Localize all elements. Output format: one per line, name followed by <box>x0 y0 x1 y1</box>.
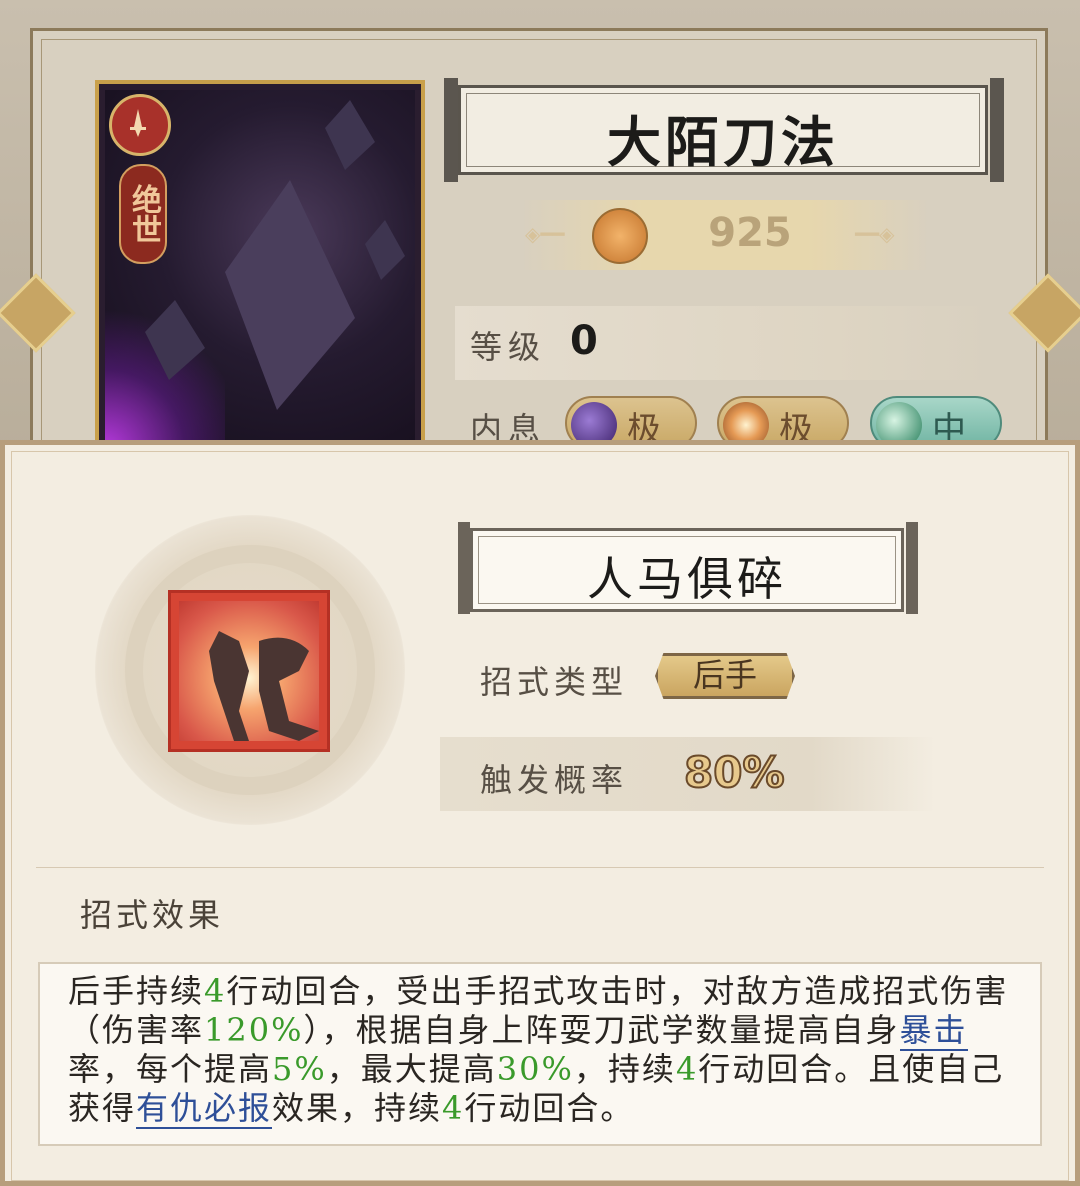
description-text: 率，每个提高 <box>68 1050 273 1088</box>
keyword-link[interactable]: 有仇必报 <box>136 1089 273 1129</box>
right-flourish-icon: ━━◈ <box>855 222 895 246</box>
highlight-number: 4 <box>442 1089 465 1127</box>
left-flourish-icon: ◈━━ <box>525 222 565 246</box>
blade-seal-icon <box>109 94 171 156</box>
highlight-number: 30% <box>496 1050 574 1088</box>
sword-crest-icon <box>592 208 648 264</box>
effect-section-title: 招式效果 <box>80 896 225 934</box>
highlight-number: 4 <box>204 972 227 1010</box>
description-text: 行动回合。 <box>464 1089 635 1127</box>
divider <box>36 867 1044 868</box>
trigger-value: 80% <box>683 747 786 798</box>
skill-type-badge: 后手 <box>655 653 795 699</box>
description-text: ，最大提高 <box>326 1050 497 1088</box>
description-text: 效果，持续 <box>272 1089 443 1127</box>
martial-art-title: 大陌刀法 <box>607 110 839 174</box>
effect-description: 后手持续4行动回合，受出手招式攻击时，对敌方造成招式伤害（伤害率120%），根据… <box>68 972 1018 1129</box>
highlight-number: 5% <box>272 1050 327 1088</box>
description-text: ，持续 <box>573 1050 676 1088</box>
warrior-silhouette <box>225 180 355 410</box>
martial-art-card[interactable]: 绝世 <box>95 80 425 460</box>
rank-badge: 绝世 <box>119 164 167 264</box>
description-text: 后手持续 <box>68 972 205 1010</box>
trigger-label: 触发概率 <box>480 761 629 799</box>
highlight-number: 4 <box>675 1050 699 1088</box>
skill-title-plate: 人马俱碎 <box>470 528 904 612</box>
horse-warrior-skill-icon[interactable] <box>168 590 330 752</box>
power-value: 925 <box>708 210 792 256</box>
skill-type-label: 招式类型 <box>480 663 629 701</box>
skill-name: 人马俱碎 <box>587 552 787 606</box>
level-value: 0 <box>570 318 598 364</box>
martial-art-title-plate: 大陌刀法 <box>458 85 988 175</box>
keyword-link[interactable]: 暴击 <box>899 1011 968 1051</box>
level-label: 等级 <box>470 328 547 366</box>
description-text: ），根据自身上阵耍刀武学数量提高自身 <box>303 1011 900 1049</box>
highlight-number: 120% <box>204 1011 304 1049</box>
